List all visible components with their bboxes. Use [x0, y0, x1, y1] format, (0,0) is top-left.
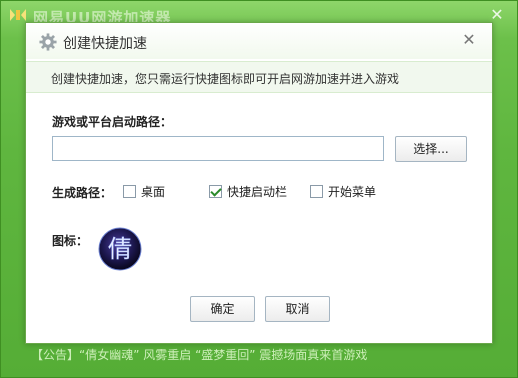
- dialog-description: 创建快捷加速，您只需运行快捷图标即可开启网游加速并进入游戏: [51, 72, 400, 86]
- quicklaunch-label: 快捷启动栏: [227, 185, 288, 199]
- cancel-button[interactable]: 取消: [265, 296, 330, 322]
- background-notice: 【公告】“倩女幽魂” 风雾重启 “盛梦重回” 震撼场面真来首游戏: [31, 348, 368, 362]
- startmenu-checkbox[interactable]: [310, 185, 323, 198]
- dialog-titlebar: 创建快捷加速 ✕: [26, 23, 492, 59]
- startmenu-label: 开始菜单: [328, 185, 377, 199]
- browse-button[interactable]: 选择...: [395, 136, 467, 162]
- uu-logo-icon: [10, 9, 26, 21]
- close-icon[interactable]: ✕: [460, 31, 478, 49]
- desktop-checkbox[interactable]: [123, 185, 136, 198]
- path-input[interactable]: [52, 136, 384, 161]
- quicklaunch-checkbox[interactable]: [209, 185, 222, 198]
- desktop-label: 桌面: [141, 185, 166, 199]
- ok-button[interactable]: 确定: [190, 296, 255, 322]
- dialog-description-bar: 创建快捷加速，您只需运行快捷图标即可开启网游加速并进入游戏: [26, 61, 492, 93]
- svg-text:倩: 倩: [108, 235, 132, 263]
- game-app-icon: 倩: [98, 227, 142, 271]
- option-startmenu[interactable]: 开始菜单: [310, 183, 376, 200]
- icon-label: 图标：: [52, 234, 89, 248]
- path-label: 游戏或平台启动路径：: [52, 115, 173, 129]
- create-shortcut-dialog: 创建快捷加速 ✕ 创建快捷加速，您只需运行快捷图标即可开启网游加速并进入游戏 游…: [25, 22, 493, 344]
- gear-icon: [39, 33, 57, 51]
- option-quicklaunch[interactable]: 快捷启动栏: [209, 183, 287, 200]
- dialog-title: 创建快捷加速: [63, 36, 147, 52]
- generate-path-label: 生成路径：: [52, 186, 113, 200]
- option-desktop[interactable]: 桌面: [123, 183, 165, 200]
